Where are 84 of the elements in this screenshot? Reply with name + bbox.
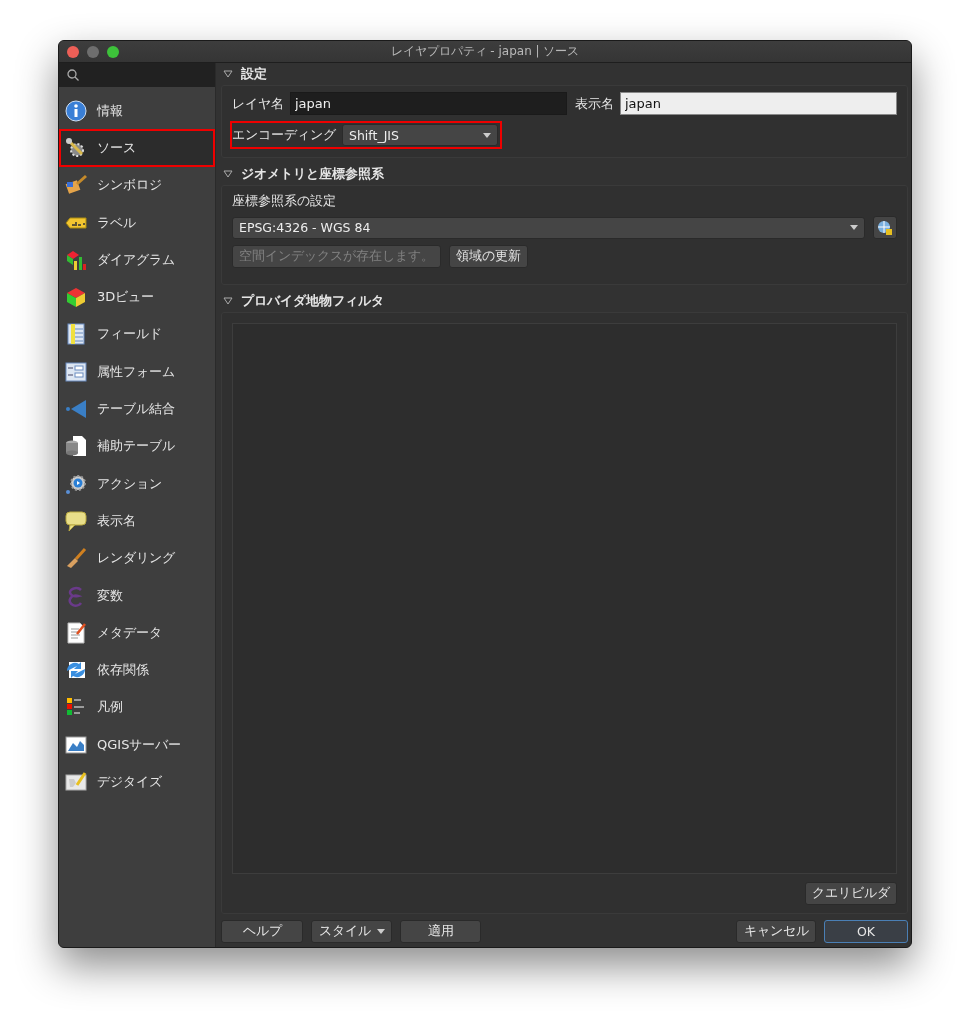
table-icon — [65, 323, 87, 346]
sidebar-item[interactable]: テーブル結合 — [59, 390, 215, 428]
sidebar-item[interactable]: メタデータ — [59, 614, 215, 652]
section-title: 設定 — [241, 65, 267, 83]
sidebar-item[interactable]: ソース — [59, 129, 215, 167]
brush-icon — [65, 547, 87, 570]
form-icon — [65, 360, 87, 383]
sidebar-item-label: ラベル — [97, 213, 136, 232]
sidebar-item-label: QGISサーバー — [97, 735, 182, 754]
close-button[interactable] — [67, 45, 79, 58]
sidebar-item-label: テーブル結合 — [97, 400, 175, 418]
query-builder-button[interactable]: クエリビルダ — [805, 882, 897, 905]
field-label: レイヤ名 — [232, 94, 284, 113]
collapse-arrow-icon[interactable] — [223, 297, 233, 305]
cube-icon — [65, 286, 87, 309]
sidebar-item-label: 表示名 — [97, 511, 136, 530]
sidebar-item-label: メタデータ — [97, 623, 162, 642]
help-button[interactable]: ヘルプ — [221, 920, 303, 943]
bar-chart-icon — [65, 248, 87, 271]
document-pencil-icon — [65, 621, 87, 644]
sidebar-item[interactable]: 表示名 — [59, 502, 215, 540]
sidebar-item[interactable]: 依存関係 — [59, 651, 215, 689]
database-document-icon — [65, 435, 87, 458]
section-title: ジオメトリと座標参照系 — [241, 165, 384, 183]
caret-icon — [483, 132, 491, 138]
encoding-dropdown[interactable]: Shift_JIS — [342, 124, 498, 146]
sidebar-item[interactable]: 変数 — [59, 576, 215, 615]
sidebar-item-label: フィールド — [97, 325, 162, 344]
window-title: レイヤプロパティ - japan | ソース — [390, 43, 580, 60]
sidebar-item-label: ソース — [97, 138, 136, 157]
sidebar-item-label: アクション — [97, 474, 162, 493]
map-pencil-icon — [65, 771, 87, 793]
sidebar-item[interactable]: 3Dビュー — [59, 278, 215, 316]
zoom-button[interactable] — [107, 45, 119, 58]
caret-icon — [376, 929, 385, 934]
paintbrush-icon — [65, 174, 87, 197]
sidebar-item-label: デジタイズ — [97, 773, 162, 791]
sidebar-item[interactable]: 情報 — [59, 92, 215, 130]
sidebar-item[interactable]: 属性フォーム — [59, 353, 215, 391]
join-icon — [65, 398, 87, 420]
sidebar-item[interactable]: アクション — [59, 464, 215, 503]
sidebar-item[interactable]: 補助テーブル — [59, 427, 215, 465]
sidebar-item[interactable]: シンボロジ — [59, 166, 215, 204]
field-label: エンコーディング — [232, 126, 336, 144]
sidebar-item[interactable]: ラベル — [59, 203, 215, 242]
search-icon — [67, 69, 79, 81]
crs-select-button[interactable] — [873, 216, 897, 239]
speech-bubble-icon — [65, 509, 87, 532]
sidebar-item[interactable]: 凡例 — [59, 688, 215, 727]
cancel-button[interactable]: キャンセル — [736, 920, 816, 943]
globe-icon — [877, 219, 893, 236]
display-name-field[interactable]: japan — [620, 92, 897, 115]
map-window-icon — [65, 733, 87, 756]
collapse-arrow-icon[interactable] — [223, 70, 233, 78]
sidebar-item[interactable]: フィールド — [59, 315, 215, 354]
collapse-arrow-icon[interactable] — [223, 170, 233, 178]
field-label: 表示名 — [575, 94, 614, 113]
sidebar-item[interactable]: デジタイズ — [59, 763, 215, 801]
layer-name-field[interactable]: japan — [290, 92, 567, 115]
sidebar-item-label: 凡例 — [97, 698, 123, 717]
sidebar-item[interactable]: QGISサーバー — [59, 726, 215, 764]
sidebar-item-label: 3Dビュー — [97, 288, 155, 307]
sidebar-item[interactable]: ダイアグラム — [59, 241, 215, 279]
update-extent-button[interactable]: 領域の更新 — [449, 245, 528, 268]
sidebar-item-label: 依存関係 — [97, 661, 149, 680]
section-title: プロバイダ地物フィルタ — [241, 292, 384, 310]
sidebar-item-label: 情報 — [97, 101, 123, 120]
sidebar-item-label: 属性フォーム — [97, 362, 175, 381]
crs-dropdown[interactable]: EPSG:4326 - WGS 84 — [232, 216, 865, 239]
search-field[interactable] — [59, 63, 215, 87]
sidebar-item-label: 補助テーブル — [97, 437, 175, 456]
gear-play-icon — [65, 472, 87, 495]
caret-icon — [850, 225, 858, 230]
sidebar-item[interactable]: レンダリング — [59, 539, 215, 577]
sidebar-item-label: レンダリング — [97, 549, 175, 568]
sidebar-item-label: 変数 — [97, 586, 123, 605]
apply-button[interactable]: 適用 — [400, 920, 481, 943]
sidebar-item-label: シンボロジ — [97, 176, 162, 195]
field-label: 座標参照系の設定 — [232, 192, 337, 210]
info-icon — [65, 99, 87, 122]
ok-button[interactable]: OK — [824, 920, 908, 943]
style-button[interactable]: スタイル — [311, 920, 392, 943]
wrench-gear-icon — [65, 136, 87, 159]
sidebar-item-label: ダイアグラム — [97, 250, 175, 269]
